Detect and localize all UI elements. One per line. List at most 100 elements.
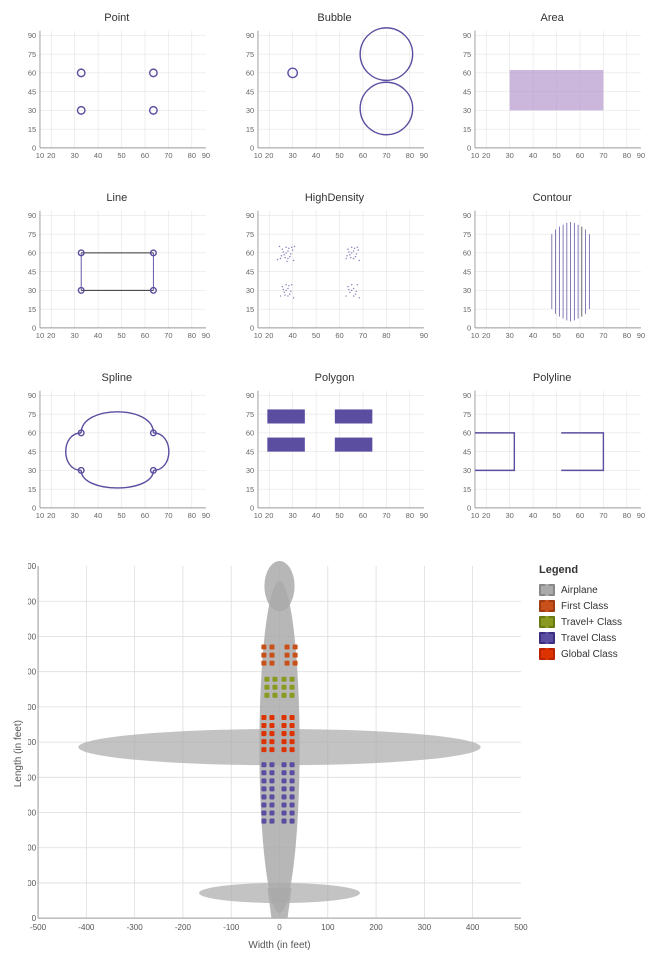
highdensity-chart-title: HighDensity [230,192,440,204]
svg-text:45: 45 [463,87,471,96]
svg-text:45: 45 [246,447,254,456]
legend-label-travelclass: Travel Class [561,633,616,644]
svg-text:50: 50 [117,511,125,520]
svg-text:50: 50 [553,331,561,340]
svg-text:50: 50 [553,151,561,160]
line-chart-svg: 0 15 30 45 60 75 90 10 20 30 40 50 60 70… [12,206,222,356]
svg-text:400: 400 [466,923,480,932]
svg-text:15: 15 [28,125,36,134]
svg-text:75: 75 [28,410,36,419]
svg-text:20: 20 [265,511,273,520]
svg-text:75: 75 [463,50,471,59]
svg-text:40: 40 [94,151,102,160]
svg-text:20: 20 [265,331,273,340]
legend-swatch-firstclass [539,600,555,612]
bubble-chart-title: Bubble [230,12,440,24]
svg-text:90: 90 [28,211,36,220]
svg-text:10: 10 [36,151,44,160]
svg-text:80: 80 [623,331,631,340]
svg-text:-200: -200 [175,923,192,932]
charts-grid: Point [8,8,661,548]
svg-text:60: 60 [463,69,471,78]
svg-text:15: 15 [28,485,36,494]
svg-text:40: 40 [529,151,537,160]
svg-text:20: 20 [47,511,55,520]
svg-text:90: 90 [419,151,427,160]
legend-item-travelclass: Travel Class [539,632,653,644]
svg-text:30: 30 [28,286,36,295]
svg-text:30: 30 [70,331,78,340]
svg-text:30: 30 [288,511,296,520]
svg-text:30: 30 [463,286,471,295]
svg-text:75: 75 [28,50,36,59]
point-chart-svg: 0 15 30 45 60 75 90 10 20 30 40 50 60 70… [12,26,222,176]
svg-text:75: 75 [463,230,471,239]
svg-text:45: 45 [463,267,471,276]
polyline-chart-cell: Polyline [443,368,661,548]
svg-text:75: 75 [463,410,471,419]
svg-text:90: 90 [463,31,471,40]
svg-text:80: 80 [405,151,413,160]
svg-text:45: 45 [28,87,36,96]
contour-chart-svg: 0 15 30 45 60 75 90 10 20 30 40 50 60 70… [447,206,657,356]
svg-text:10: 10 [253,511,261,520]
bubble-chart-svg: 0 15 30 45 60 75 90 10 20 30 40 50 60 70… [230,26,440,176]
svg-text:45: 45 [28,267,36,276]
svg-text:50: 50 [117,151,125,160]
svg-text:500: 500 [28,738,37,747]
point-chart-title: Point [12,12,222,24]
svg-text:40: 40 [94,511,102,520]
line-chart-area: 0 15 30 45 60 75 90 10 20 30 40 50 60 70… [12,206,222,356]
polyline-chart-area: 0 15 30 45 60 75 90 10 20 30 40 50 60 70… [447,386,657,536]
svg-text:20: 20 [265,151,273,160]
svg-text:70: 70 [164,511,172,520]
svg-text:15: 15 [463,305,471,314]
svg-text:800: 800 [28,632,37,641]
polygon-chart-svg: 0 15 30 45 60 75 90 10 20 30 40 50 60 70… [230,386,440,536]
svg-text:90: 90 [28,31,36,40]
svg-text:10: 10 [471,151,479,160]
svg-text:70: 70 [600,151,608,160]
svg-text:-500: -500 [30,923,47,932]
svg-text:70: 70 [164,331,172,340]
main-container: Point [0,0,669,959]
svg-text:-400: -400 [78,923,95,932]
legend-label-globalclass: Global Class [561,649,618,660]
legend-item-airplane: Airplane [539,584,653,596]
svg-text:70: 70 [600,331,608,340]
polygon-chart-area: 0 15 30 45 60 75 90 10 20 30 40 50 60 70… [230,386,440,536]
svg-text:80: 80 [188,151,196,160]
svg-text:30: 30 [506,511,514,520]
svg-text:15: 15 [246,485,254,494]
svg-text:80: 80 [188,331,196,340]
svg-text:40: 40 [312,511,320,520]
svg-text:60: 60 [28,249,36,258]
svg-text:80: 80 [623,151,631,160]
svg-text:70: 70 [358,331,366,340]
svg-text:70: 70 [382,511,390,520]
polygon-chart-title: Polygon [230,372,440,384]
svg-text:30: 30 [463,466,471,475]
svg-text:90: 90 [246,211,254,220]
svg-text:50: 50 [335,511,343,520]
svg-text:60: 60 [463,249,471,258]
line-chart-cell: Line [8,188,226,368]
svg-text:100: 100 [321,923,335,932]
legend-item-globalclass: Global Class [539,648,653,660]
svg-text:45: 45 [28,447,36,456]
svg-text:20: 20 [482,151,490,160]
polyline-chart-svg: 0 15 30 45 60 75 90 10 20 30 40 50 60 70… [447,386,657,536]
svg-text:20: 20 [47,151,55,160]
polyline-chart-title: Polyline [447,372,657,384]
svg-text:60: 60 [28,429,36,438]
svg-text:90: 90 [202,331,210,340]
svg-text:15: 15 [246,125,254,134]
legend-title: Legend [539,564,653,576]
svg-text:60: 60 [141,511,149,520]
svg-text:200: 200 [28,844,37,853]
svg-text:90: 90 [463,391,471,400]
svg-text:0: 0 [277,923,282,932]
svg-text:80: 80 [405,511,413,520]
svg-text:60: 60 [246,249,254,258]
svg-text:30: 30 [506,331,514,340]
